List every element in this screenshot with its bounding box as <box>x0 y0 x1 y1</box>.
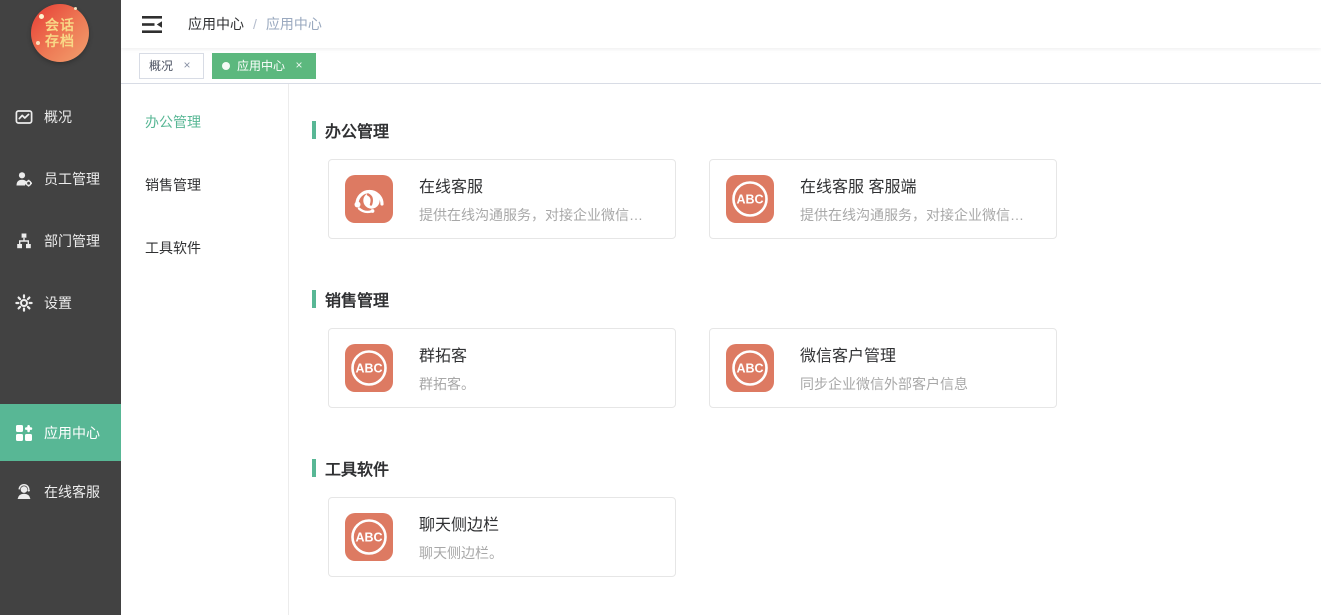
sidebar-item-label: 在线客服 <box>44 482 100 502</box>
close-icon[interactable]: × <box>292 59 306 73</box>
sidebar-item-label: 应用中心 <box>44 423 100 443</box>
breadcrumb-separator: / <box>253 16 257 32</box>
card-text: 在线客服 提供在线沟通服务，对接企业微信… <box>419 173 643 225</box>
section-heading: 销售管理 <box>312 287 1321 311</box>
tags-view-bar: 概况 × 应用中心 × <box>121 48 1321 84</box>
category-item-label: 销售管理 <box>145 175 201 195</box>
section-accent-bar <box>312 459 316 477</box>
tab-overview[interactable]: 概况 × <box>139 53 204 79</box>
category-item-label: 工具软件 <box>145 238 201 258</box>
app-card-online-service-agent[interactable]: ABC 在线客服 客服端 提供在线沟通服务，对接企业微信… <box>709 159 1057 239</box>
category-item-tools[interactable]: 工具软件 <box>121 216 288 279</box>
abc-app-icon: ABC <box>726 175 774 223</box>
app-card-wechat-customer[interactable]: ABC 微信客户管理 同步企业微信外部客户信息 <box>709 328 1057 408</box>
abc-app-icon: ABC <box>345 344 393 392</box>
section-heading: 办公管理 <box>312 118 1321 142</box>
category-item-sales[interactable]: 销售管理 <box>121 153 288 216</box>
abc-app-icon: ABC <box>345 513 393 561</box>
app-description: 提供在线沟通服务，对接企业微信… <box>800 205 1024 225</box>
headset-service-icon <box>345 175 393 223</box>
tab-label: 应用中心 <box>237 57 285 74</box>
gear-icon <box>15 294 33 312</box>
section-sales: 销售管理 ABC 群拓客 群拓客。 <box>312 287 1321 408</box>
svg-text:ABC: ABC <box>355 362 382 376</box>
card-text: 微信客户管理 同步企业微信外部客户信息 <box>800 342 968 394</box>
section-heading: 工具软件 <box>312 456 1321 480</box>
logo-dot <box>39 14 44 19</box>
app-name: 微信客户管理 <box>800 342 968 366</box>
sidebar-nav: 概况 员工管理 部门管理 设置 <box>0 86 121 523</box>
category-menu: 办公管理 销售管理 工具软件 <box>121 84 289 615</box>
sidebar-item-settings[interactable]: 设置 <box>0 272 121 334</box>
category-item-label: 办公管理 <box>145 112 201 132</box>
app-card-chat-sidebar[interactable]: ABC 聊天侧边栏 聊天侧边栏。 <box>328 497 676 577</box>
section-accent-bar <box>312 290 316 308</box>
content-area: 办公管理 销售管理 工具软件 办公管理 <box>121 84 1321 615</box>
breadcrumb-item-current: 应用中心 <box>266 14 322 34</box>
sidebar-item-online-service[interactable]: 在线客服 <box>0 461 121 523</box>
app-name: 群拓客 <box>419 342 475 366</box>
section-accent-bar <box>312 121 316 139</box>
app-name: 聊天侧边栏 <box>419 511 503 535</box>
card-text: 群拓客 群拓客。 <box>419 342 475 394</box>
sidebar-item-label: 员工管理 <box>44 169 100 189</box>
sidebar-item-employees[interactable]: 员工管理 <box>0 148 121 210</box>
card-row: ABC 群拓客 群拓客。 ABC 微信客 <box>328 328 1321 408</box>
breadcrumb: 应用中心 / 应用中心 <box>188 14 322 34</box>
support-agent-icon <box>15 483 33 501</box>
app-description: 群拓客。 <box>419 374 475 394</box>
app-name: 在线客服 客服端 <box>800 173 1024 197</box>
close-icon[interactable]: × <box>180 59 194 73</box>
app-card-group-prospecting[interactable]: ABC 群拓客 群拓客。 <box>328 328 676 408</box>
svg-text:ABC: ABC <box>355 531 382 545</box>
app-name: 在线客服 <box>419 173 643 197</box>
card-row: 在线客服 提供在线沟通服务，对接企业微信… ABC 在线客服 客服端 提供在线沟… <box>328 159 1321 239</box>
sidebar-spacer <box>0 334 121 404</box>
user-gear-icon <box>15 170 33 188</box>
app-grid-icon <box>15 424 33 442</box>
app-panel: 办公管理 在线客服 提供在线沟通服务，对接企业微信… <box>289 84 1321 615</box>
section-title: 办公管理 <box>325 118 389 142</box>
app-description: 提供在线沟通服务，对接企业微信… <box>419 205 643 225</box>
chart-icon <box>15 108 33 126</box>
logo-dot <box>74 7 77 10</box>
section-office: 办公管理 在线客服 提供在线沟通服务，对接企业微信… <box>312 118 1321 239</box>
abc-app-icon: ABC <box>726 344 774 392</box>
logo-dot <box>36 41 40 45</box>
app-description: 同步企业微信外部客户信息 <box>800 374 968 394</box>
card-text: 聊天侧边栏 聊天侧边栏。 <box>419 511 503 563</box>
main-sidebar: 会话 存档 概况 员工管理 <box>0 0 121 615</box>
logo-text-line1: 会话 <box>45 17 75 33</box>
top-navbar: 应用中心 / 应用中心 <box>121 0 1321 48</box>
section-tools: 工具软件 ABC 聊天侧边栏 聊天侧边栏。 <box>312 456 1321 577</box>
logo-text-line2: 存档 <box>45 33 75 49</box>
section-title: 销售管理 <box>325 287 389 311</box>
tab-label: 概况 <box>149 57 173 74</box>
category-item-office[interactable]: 办公管理 <box>121 90 288 153</box>
active-dot-icon <box>222 62 230 70</box>
org-tree-icon <box>15 232 33 250</box>
main-area: 应用中心 / 应用中心 概况 × 应用中心 × 办公管理 <box>121 0 1321 615</box>
app-description: 聊天侧边栏。 <box>419 543 503 563</box>
breadcrumb-item-app-center[interactable]: 应用中心 <box>188 14 244 34</box>
svg-text:ABC: ABC <box>736 193 763 207</box>
section-title: 工具软件 <box>325 456 389 480</box>
sidebar-item-label: 设置 <box>44 293 72 313</box>
card-row: ABC 聊天侧边栏 聊天侧边栏。 <box>328 497 1321 577</box>
hamburger-icon[interactable] <box>142 16 162 33</box>
sidebar-item-label: 部门管理 <box>44 231 100 251</box>
app-logo: 会话 存档 <box>0 0 121 86</box>
tab-app-center[interactable]: 应用中心 × <box>212 53 316 79</box>
sidebar-item-departments[interactable]: 部门管理 <box>0 210 121 272</box>
card-text: 在线客服 客服端 提供在线沟通服务，对接企业微信… <box>800 173 1024 225</box>
app-window: 会话 存档 概况 员工管理 <box>0 0 1321 615</box>
app-card-online-service[interactable]: 在线客服 提供在线沟通服务，对接企业微信… <box>328 159 676 239</box>
sidebar-item-app-center[interactable]: 应用中心 <box>0 404 121 461</box>
logo-badge: 会话 存档 <box>31 4 89 62</box>
sidebar-item-overview[interactable]: 概况 <box>0 86 121 148</box>
sidebar-item-label: 概况 <box>44 107 72 127</box>
svg-text:ABC: ABC <box>736 362 763 376</box>
